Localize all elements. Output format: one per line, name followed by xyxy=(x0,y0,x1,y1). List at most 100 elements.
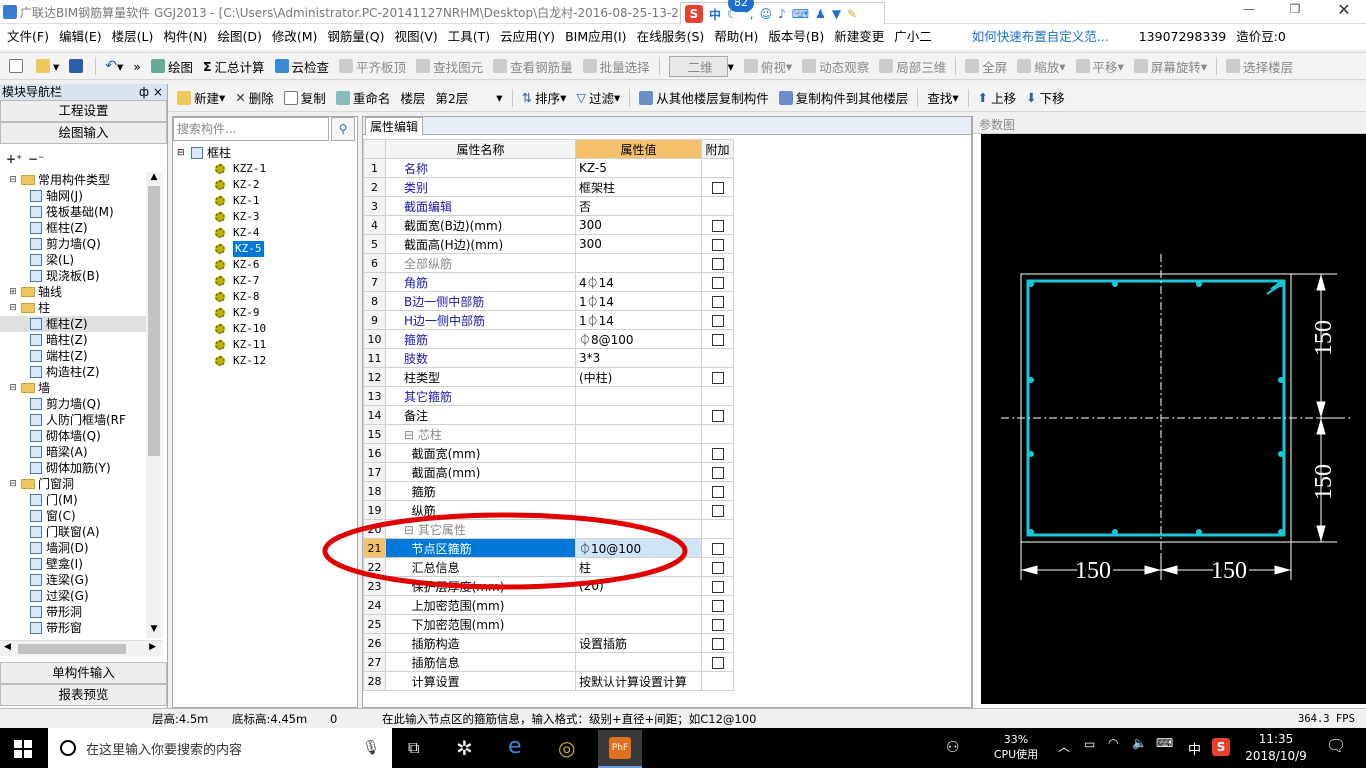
wifi-icon[interactable]: ◠ xyxy=(1108,736,1118,750)
nav-tree-item[interactable]: 带形洞 xyxy=(0,604,146,620)
nav-tree-item[interactable]: 框柱(Z) xyxy=(0,316,146,332)
property-value[interactable]: (中柱) xyxy=(575,367,702,387)
property-value[interactable]: 4⏀14 xyxy=(575,272,702,292)
nav-tree-item[interactable]: 砌体墙(Q) xyxy=(0,428,146,444)
tab-property-edit[interactable]: 属性编辑 xyxy=(365,117,424,135)
property-value[interactable] xyxy=(575,595,702,615)
property-value[interactable] xyxy=(575,652,702,672)
close-button[interactable]: ✕ xyxy=(1326,0,1362,22)
nav-tree-item[interactable]: 带形窗 xyxy=(0,620,146,636)
component-item[interactable]: KZZ-1 xyxy=(177,161,355,177)
scroll-right-arrow[interactable]: ▶ xyxy=(149,642,156,652)
taskbar-search-box[interactable]: 在这里输入你要搜索的内容 🎙 xyxy=(48,728,392,768)
chrome-like-icon[interactable]: ◎ xyxy=(558,736,575,760)
nav-tree-item[interactable]: 剪力墙(Q) xyxy=(0,396,146,412)
extra-checkbox[interactable] xyxy=(711,485,724,498)
batch-select-button[interactable]: 批量选择 xyxy=(578,54,655,78)
windows-start-icon[interactable] xyxy=(14,740,32,758)
minimize-button[interactable]: — xyxy=(1234,2,1264,22)
component-item[interactable]: KZ-11 xyxy=(177,337,355,353)
nav-tree-folder[interactable]: ⊟ 墙 xyxy=(0,380,146,396)
nav-tree-item[interactable]: 门(M) xyxy=(0,492,146,508)
keyboard-icon[interactable]: ⌨ xyxy=(1156,736,1173,750)
component-item[interactable]: KZ-8 xyxy=(177,289,355,305)
property-row[interactable]: 25 下加密范围(mm) xyxy=(363,614,734,634)
menu-item[interactable]: 在线服务(S) xyxy=(632,24,710,50)
scroll-left-arrow[interactable]: ◀ xyxy=(4,642,11,652)
property-row[interactable]: 1 名称 KZ-5 xyxy=(363,158,734,178)
property-value[interactable]: 柱 xyxy=(575,557,702,577)
property-value[interactable]: ⏀10@100 xyxy=(575,538,702,558)
component-search-input[interactable]: 搜索构件... xyxy=(173,117,329,141)
filter-button[interactable]: ▽ 过滤 ▾ xyxy=(571,86,625,110)
help-link[interactable]: 如何快速布置自定义范... xyxy=(967,24,1114,50)
hscroll-thumb[interactable] xyxy=(18,644,126,654)
component-item[interactable]: KZ-1 xyxy=(177,193,355,209)
pan-button[interactable]: 平移 ▾ xyxy=(1071,54,1129,78)
nav-tree-folder[interactable]: ⊞ 轴线 xyxy=(0,284,146,300)
nav-tree-item[interactable]: 构造柱(Z) xyxy=(0,364,146,380)
nav-tree-item[interactable]: 筏板基础(M) xyxy=(0,204,146,220)
property-row[interactable]: 16 截面宽(mm) xyxy=(363,443,734,463)
property-row[interactable]: 13 其它箍筋 xyxy=(363,386,734,406)
restore-button[interactable]: ❐ xyxy=(1280,2,1310,22)
menu-item[interactable]: 构件(N) xyxy=(158,24,212,50)
select-floor-button[interactable]: 选择楼层 xyxy=(1221,54,1298,78)
property-value[interactable] xyxy=(575,253,702,273)
property-row[interactable]: 11 肢数 3*3 xyxy=(363,348,734,368)
component-item[interactable]: KZ-12 xyxy=(177,353,355,369)
property-value[interactable]: 设置插筋 xyxy=(575,633,702,653)
component-root[interactable]: ⊟ 框柱 xyxy=(177,145,355,161)
property-value[interactable]: 300 xyxy=(575,215,702,235)
property-value[interactable]: 按默认计算设置计算 xyxy=(575,671,702,691)
phone-account[interactable]: 13907298339 xyxy=(1134,24,1231,50)
component-item[interactable]: KZ-2 xyxy=(177,177,355,193)
property-value[interactable]: 3*3 xyxy=(575,348,702,368)
nav-tree-item[interactable]: 剪力墙(Q) xyxy=(0,236,146,252)
draw-button[interactable]: 绘图 xyxy=(146,54,198,78)
floor-select[interactable]: 第2层 ▾ xyxy=(430,86,507,110)
extra-checkbox[interactable] xyxy=(711,656,724,669)
collapse-icon[interactable]: ⊟ xyxy=(8,300,18,316)
ggj-app-icon[interactable]: PhF xyxy=(598,730,642,768)
extra-checkbox[interactable] xyxy=(711,295,724,308)
component-item[interactable]: KZ-3 xyxy=(177,209,355,225)
extra-checkbox[interactable] xyxy=(711,637,724,650)
component-item[interactable]: KZ-5 xyxy=(177,241,355,257)
property-row[interactable]: 21 节点区箍筋 ⏀10@100 xyxy=(363,538,734,558)
collapse-icon[interactable]: ⊟ xyxy=(8,172,18,188)
extra-checkbox[interactable] xyxy=(711,276,724,289)
notification-icon[interactable]: 🗨 xyxy=(1326,736,1346,755)
property-row[interactable]: 2 类别 框架柱 xyxy=(363,177,734,197)
cloud-check-button[interactable]: 云检查 xyxy=(270,54,335,78)
copy-button[interactable]: 复制 xyxy=(279,86,331,110)
sogou-tray-icon[interactable]: S xyxy=(1212,738,1230,756)
nav-tree-item[interactable]: 框柱(Z) xyxy=(0,220,146,236)
property-value[interactable]: 框架柱 xyxy=(575,177,702,197)
property-row[interactable]: 12 柱类型 (中柱) xyxy=(363,367,734,387)
extra-checkbox[interactable] xyxy=(711,257,724,270)
property-row[interactable]: 6 全部纵筋 xyxy=(363,253,734,273)
nav-tree-item[interactable]: 轴网(J) xyxy=(0,188,146,204)
nav-tree[interactable]: ⊟ 常用构件类型 轴网(J) 筏板基础(M) 框柱(Z) 剪力墙(Q) 梁(L) 现浇板(B)… xyxy=(0,172,146,638)
menu-item[interactable]: 编辑(E) xyxy=(54,24,107,50)
new-component-button[interactable]: 新建 ▾ xyxy=(172,86,230,110)
menu-item[interactable]: 云应用(Y) xyxy=(495,24,560,50)
property-value[interactable] xyxy=(575,519,702,539)
collapse-icon[interactable]: ⊟ xyxy=(8,476,18,492)
extra-checkbox[interactable] xyxy=(711,580,724,593)
extra-checkbox[interactable] xyxy=(711,409,724,422)
property-value[interactable]: (20) xyxy=(575,576,702,596)
property-row[interactable]: 4 截面宽(B边)(mm) 300 xyxy=(363,215,734,235)
property-row[interactable]: 9 H边一侧中部筋 1⏀14 xyxy=(363,310,734,330)
extra-checkbox[interactable] xyxy=(711,238,724,251)
property-value[interactable] xyxy=(575,481,702,501)
extra-checkbox[interactable] xyxy=(711,219,724,232)
property-row[interactable]: 17 截面高(mm) xyxy=(363,462,734,482)
component-item[interactable]: KZ-9 xyxy=(177,305,355,321)
menu-item[interactable]: 视图(V) xyxy=(389,24,442,50)
menu-item[interactable]: 修改(M) xyxy=(267,24,323,50)
rotate-button[interactable]: 屏幕旋转 ▾ xyxy=(1129,54,1212,78)
nav-tree-item[interactable]: 过梁(G) xyxy=(0,588,146,604)
property-row[interactable]: 3 截面编辑否 xyxy=(363,196,734,216)
